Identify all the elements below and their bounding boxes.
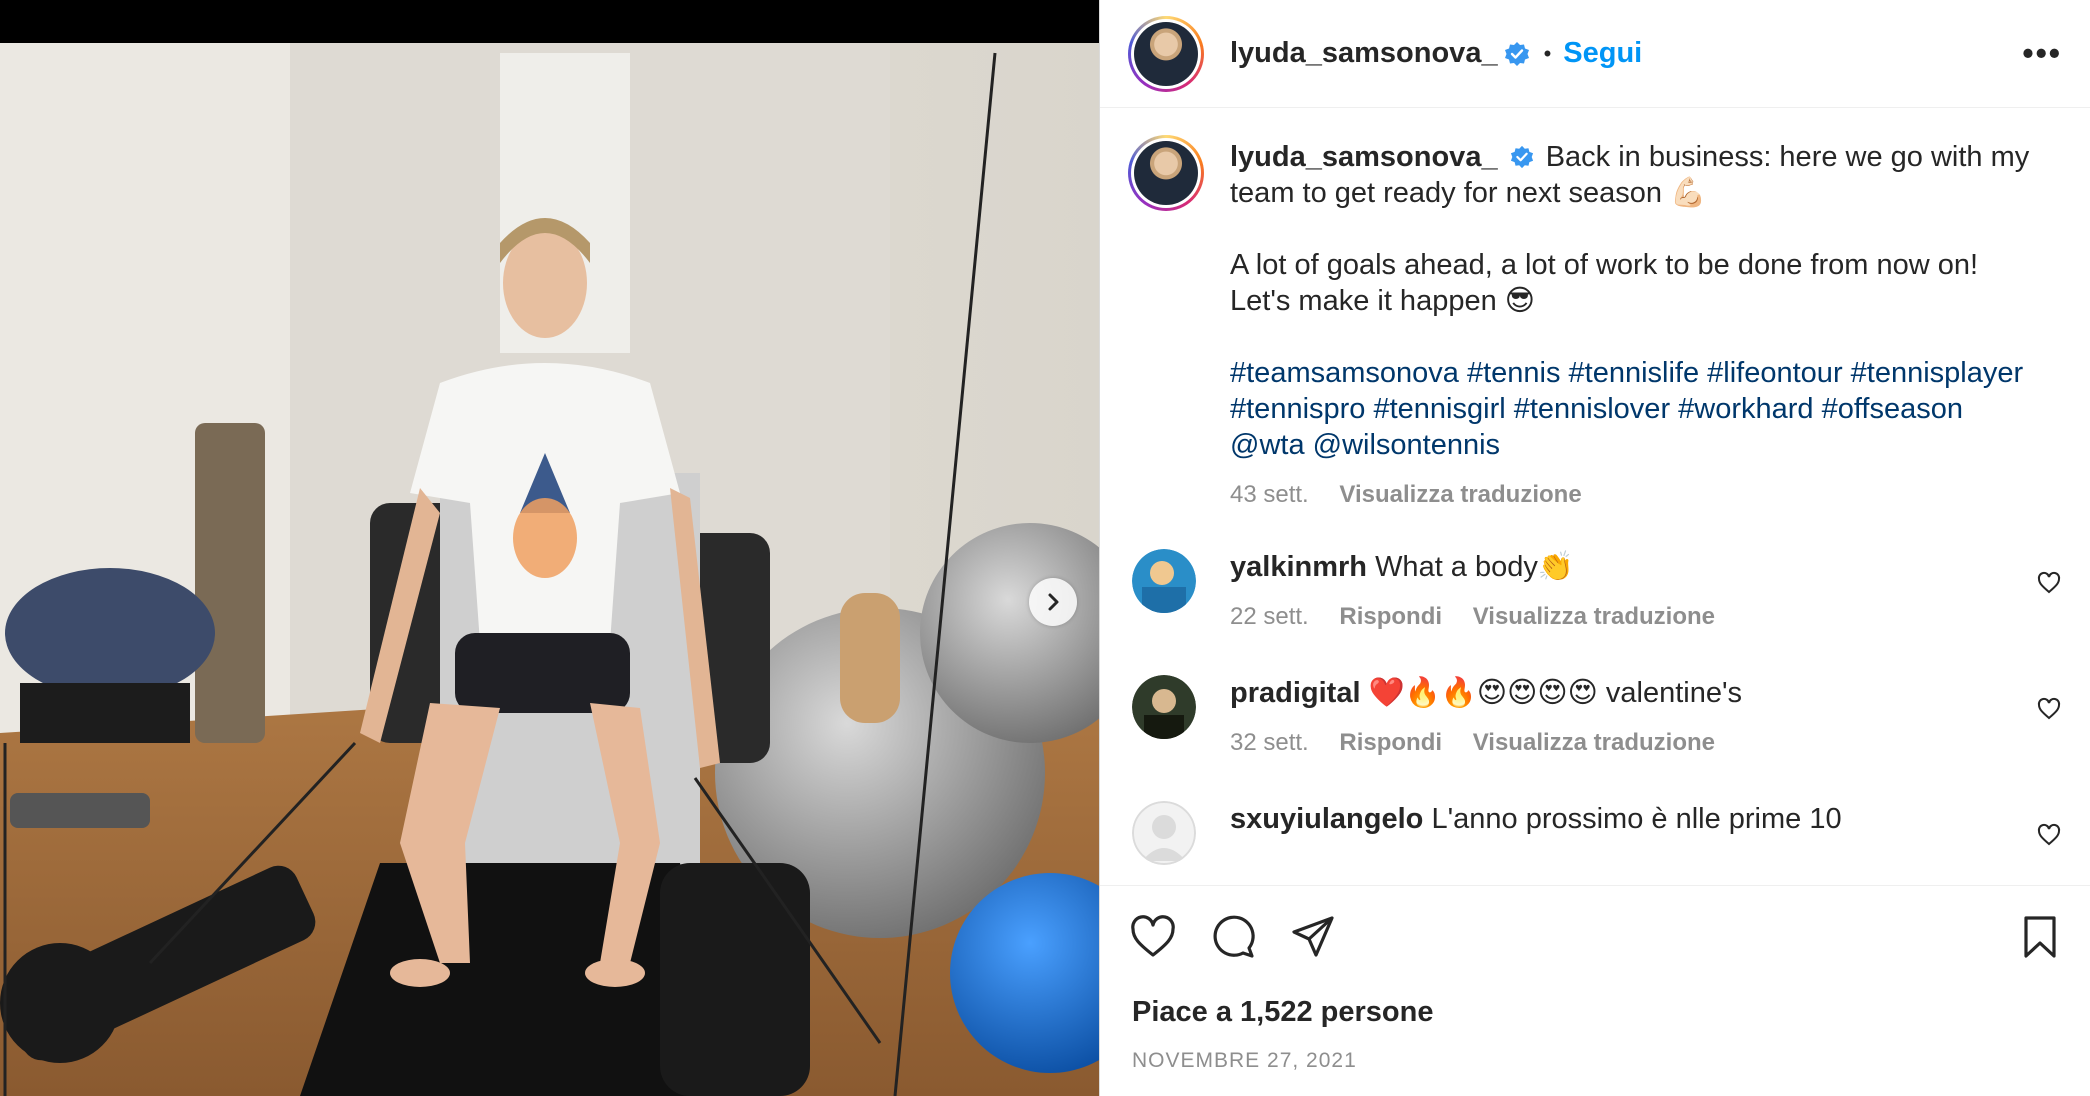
post-media bbox=[0, 0, 1099, 1096]
post-header: lyuda_samsonova_ • Segui ••• bbox=[1100, 0, 2090, 108]
comment-username[interactable]: sxuyiulangelo bbox=[1230, 803, 1423, 835]
caption-time[interactable]: 43 sett. bbox=[1230, 481, 1309, 508]
avatar-image bbox=[1134, 21, 1198, 86]
comment-body: yalkinmrh What a body👏 22 sett. Rispondi… bbox=[1230, 549, 2010, 635]
verified-badge-icon bbox=[1510, 145, 1533, 169]
comment-username[interactable]: yalkinmrh bbox=[1230, 551, 1367, 583]
comment-item: yalkinmrh What a body👏 22 sett. Rispondi… bbox=[1100, 549, 2090, 635]
post-side-panel: lyuda_samsonova_ • Segui ••• lyuda_samso… bbox=[1099, 0, 2090, 1096]
translate-link[interactable]: Visualizza traduzione bbox=[1473, 729, 1715, 756]
separator-dot: • bbox=[1543, 40, 1552, 66]
post-footer: Piace a 1,522 persone NOVEMBRE 27, 2021 bbox=[1100, 885, 2090, 1096]
verified-badge-icon bbox=[1504, 41, 1529, 66]
caption-meta: 43 sett. Visualizza traduzione bbox=[1230, 477, 2030, 513]
comment-time[interactable]: 22 sett. bbox=[1230, 603, 1309, 630]
avatar-image bbox=[1134, 141, 1198, 205]
comment-icon[interactable] bbox=[1210, 914, 1256, 960]
comment-username[interactable]: pradigital bbox=[1230, 677, 1361, 709]
comment-body: pradigital ❤️🔥🔥😍😍😍😍 valentine's 32 sett.… bbox=[1230, 675, 2010, 761]
post-date: NOVEMBRE 27, 2021 bbox=[1132, 1049, 1357, 1072]
translate-link[interactable]: Visualizza traduzione bbox=[1473, 603, 1715, 630]
more-options-icon[interactable]: ••• bbox=[2022, 35, 2062, 72]
action-bar bbox=[1130, 914, 1336, 960]
comment-body: sxuyiulangelo L'anno prossimo è nlle pri… bbox=[1230, 801, 2010, 865]
post-photo[interactable] bbox=[0, 43, 1099, 1096]
commenter-avatar[interactable] bbox=[1132, 801, 1196, 865]
chevron-right-icon bbox=[1048, 593, 1059, 611]
commenter-avatar[interactable] bbox=[1132, 549, 1196, 613]
comment-item: pradigital ❤️🔥🔥😍😍😍😍 valentine's 32 sett.… bbox=[1100, 675, 2090, 761]
comment-like-icon[interactable] bbox=[2037, 571, 2061, 595]
comment-text: ❤️🔥🔥😍😍😍😍 valentine's bbox=[1368, 677, 1743, 709]
comment-time[interactable]: 32 sett. bbox=[1230, 729, 1309, 756]
gym-photo-illustration bbox=[0, 43, 1099, 1096]
comment-text: What a body👏 bbox=[1375, 551, 1574, 583]
follow-button[interactable]: Segui bbox=[1563, 37, 1642, 70]
comments-scroll-area[interactable]: lyuda_samsonova_ Back in business: here … bbox=[1100, 109, 2090, 885]
heart-icon[interactable] bbox=[1130, 914, 1176, 960]
comment-text: L'anno prossimo è nlle prime 10 bbox=[1431, 803, 1842, 835]
caption-text-line2: A lot of goals ahead, a lot of work to b… bbox=[1230, 249, 1979, 317]
likes-count[interactable]: Piace a 1,522 persone bbox=[1132, 996, 1433, 1029]
comment-item: sxuyiulangelo L'anno prossimo è nlle pri… bbox=[1100, 801, 2090, 865]
share-icon[interactable] bbox=[1290, 914, 1336, 960]
instagram-post-modal: lyuda_samsonova_ • Segui ••• lyuda_samso… bbox=[0, 0, 2090, 1096]
commenter-avatar[interactable] bbox=[1132, 675, 1196, 739]
caption-hashtags[interactable]: #teamsamsonova #tennis #tennislife #life… bbox=[1230, 355, 2030, 463]
translate-link[interactable]: Visualizza traduzione bbox=[1339, 481, 1581, 508]
bookmark-icon[interactable] bbox=[2017, 914, 2063, 960]
reply-link[interactable]: Rispondi bbox=[1339, 729, 1442, 756]
caption-username[interactable]: lyuda_samsonova_ bbox=[1230, 141, 1498, 173]
next-media-button[interactable] bbox=[1029, 578, 1077, 626]
comment-like-icon[interactable] bbox=[2037, 823, 2061, 847]
post-caption: lyuda_samsonova_ Back in business: here … bbox=[1100, 109, 2090, 513]
comment-like-icon[interactable] bbox=[2037, 697, 2061, 721]
reply-link[interactable]: Rispondi bbox=[1339, 603, 1442, 630]
author-avatar[interactable] bbox=[1128, 15, 1204, 92]
caption-author-avatar[interactable] bbox=[1128, 135, 1204, 211]
author-username[interactable]: lyuda_samsonova_ bbox=[1230, 37, 1498, 70]
caption-body: lyuda_samsonova_ Back in business: here … bbox=[1230, 135, 2030, 513]
